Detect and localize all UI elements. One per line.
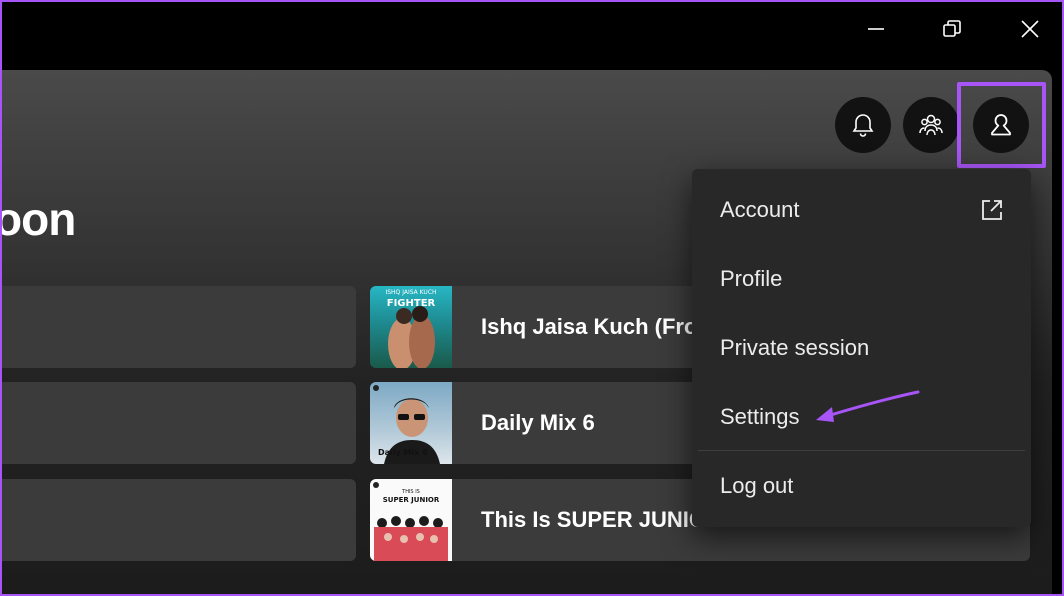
notifications-button[interactable] <box>835 97 891 153</box>
card-title: This Is SUPER JUNIOR <box>481 507 722 532</box>
shortcut-card[interactable] <box>0 479 356 561</box>
profile-dropdown-menu: Account Profile Private session Settings… <box>692 169 1031 527</box>
bell-icon <box>852 114 874 137</box>
menu-item-label: Log out <box>720 473 794 498</box>
annotation-arrow <box>816 390 920 422</box>
title-bar <box>0 0 1064 70</box>
minimize-icon <box>868 28 884 30</box>
menu-divider <box>698 450 1025 451</box>
restore-button[interactable] <box>935 12 969 46</box>
friends-icon <box>919 114 943 136</box>
menu-item-private-session[interactable]: Private session <box>698 319 1025 377</box>
album-cover: THIS IS SUPER JUNIOR <box>370 479 452 561</box>
friend-activity-button[interactable] <box>903 97 959 153</box>
user-icon <box>991 114 1011 136</box>
menu-item-label: Settings <box>720 404 800 429</box>
card-title: Daily Mix 6 <box>481 410 595 435</box>
menu-item-label: Account <box>720 197 800 222</box>
shortcut-card[interactable] <box>0 382 356 464</box>
menu-item-label: Profile <box>720 266 783 291</box>
greeting-heading: oon <box>0 193 76 245</box>
user-profile-button[interactable] <box>973 97 1029 153</box>
close-button[interactable] <box>1013 12 1047 46</box>
external-link-icon <box>982 200 1002 220</box>
menu-item-log-out[interactable]: Log out <box>698 457 1025 515</box>
minimize-button[interactable] <box>859 12 893 46</box>
menu-item-label: Private session <box>720 335 870 360</box>
album-cover: ISHQ JAISA KUCH FIGHTER <box>370 286 452 368</box>
close-icon <box>1021 20 1039 38</box>
card-title: Ishq Jaisa Kuch (Fro <box>481 314 698 339</box>
shortcut-card[interactable] <box>0 286 356 368</box>
restore-icon <box>943 20 961 37</box>
menu-item-account[interactable]: Account <box>698 181 1025 239</box>
menu-item-profile[interactable]: Profile <box>698 250 1025 308</box>
album-cover: Daily Mix 6 <box>370 382 452 464</box>
